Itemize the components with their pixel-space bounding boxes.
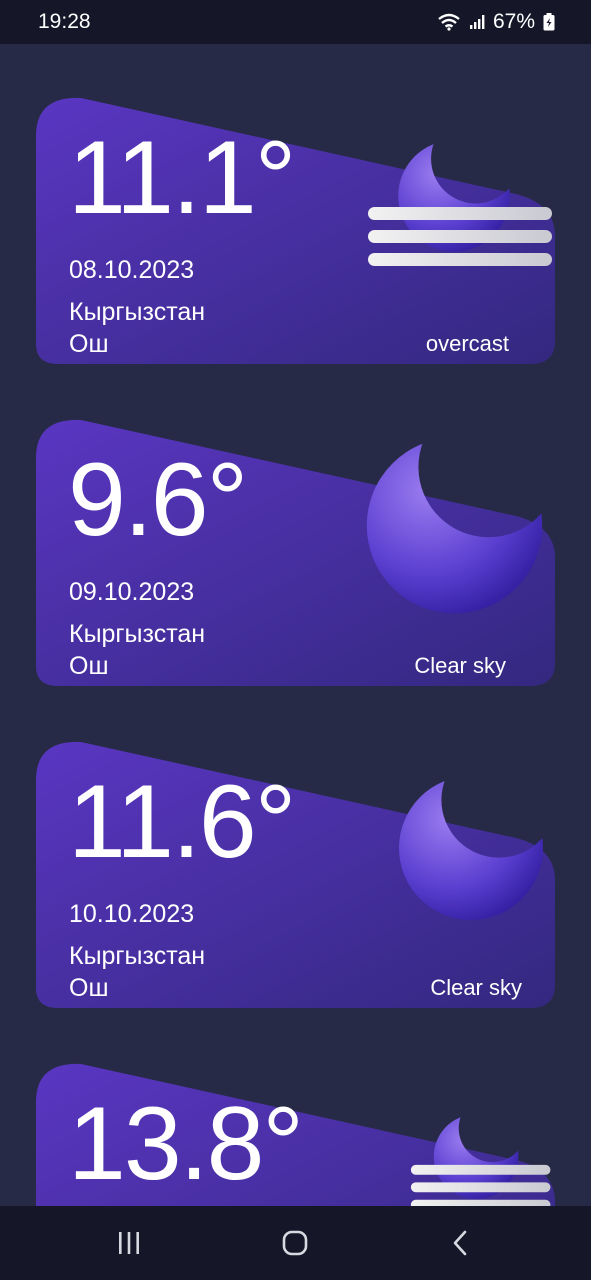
- status-time: 19:28: [38, 10, 91, 33]
- status-bar: 19:28 67%: [0, 0, 591, 44]
- temperature: 11.6°: [68, 764, 296, 880]
- country-label: Кыргызстан: [69, 620, 206, 648]
- country-label: Кыргызстан: [69, 298, 206, 326]
- navigation-bar: [0, 1206, 591, 1280]
- forecast-card[interactable]: 11.1° 08.10.2023 Кыргызстан Ош overcast: [36, 96, 555, 366]
- temperature: 11.1°: [68, 120, 296, 236]
- forecast-date: 10.10.2023: [69, 900, 195, 928]
- moon-wind-icon: [368, 140, 552, 266]
- city-label: Ош: [69, 652, 109, 680]
- forecast-date: 09.10.2023: [69, 578, 195, 606]
- condition-label: overcast: [425, 331, 509, 356]
- forecast-date: 08.10.2023: [69, 256, 195, 284]
- city-label: Ош: [69, 974, 109, 1002]
- signal-icon: [469, 15, 485, 29]
- forecast-card[interactable]: 9.6° 09.10.2023 Кыргызстан Ош Clear sky: [36, 418, 555, 688]
- wifi-icon: [438, 13, 460, 31]
- recent-apps-icon[interactable]: [114, 1228, 144, 1258]
- condition-label: Clear sky: [430, 975, 522, 1000]
- forecast-card[interactable]: 11.6° 10.10.2023 Кыргызстан Ош Clear sky: [36, 740, 555, 1010]
- moon-wind-icon: [410, 1114, 551, 1206]
- moon-icon: [399, 776, 543, 920]
- home-icon[interactable]: [280, 1228, 310, 1258]
- back-icon[interactable]: [446, 1228, 476, 1258]
- country-label: Кыргызстан: [69, 942, 206, 970]
- city-label: Ош: [69, 330, 109, 358]
- temperature: 13.8°: [68, 1086, 304, 1202]
- status-icons: 67%: [437, 10, 555, 34]
- temperature: 9.6°: [68, 442, 248, 558]
- condition-label: Clear sky: [414, 653, 506, 678]
- battery-icon: [543, 13, 555, 31]
- battery-percent: 67%: [492, 10, 535, 33]
- forecast-list[interactable]: 11.1° 08.10.2023 Кыргызстан Ош overcast …: [0, 44, 591, 1206]
- forecast-card[interactable]: 13.8°: [36, 1062, 555, 1206]
- moon-icon: [366, 437, 543, 614]
